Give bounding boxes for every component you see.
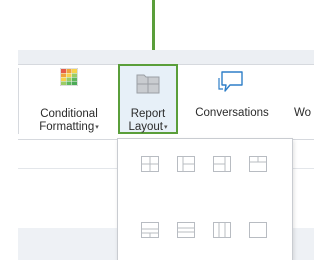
conditional-formatting-icon (59, 67, 79, 90)
conditional-formatting-line2: Formatting▾ (28, 121, 110, 134)
ribbon-separator (18, 68, 19, 134)
screenshot-stage: Conditional Formatting▾ Report Layout▾ C… (0, 0, 314, 260)
conditional-formatting-line2-text: Formatting (39, 121, 95, 133)
ribbon-tab-strip (18, 50, 314, 65)
layout-blank-icon[interactable] (249, 222, 267, 238)
report-layout-button[interactable]: Report Layout▾ (118, 64, 178, 134)
layout-columns-icon[interactable] (213, 222, 231, 238)
layout-left-column-icon[interactable] (177, 156, 195, 172)
conditional-formatting-button[interactable]: Conditional Formatting▾ (28, 66, 110, 138)
layout-top-row-icon[interactable] (249, 156, 267, 172)
chevron-down-icon: ▾ (95, 124, 99, 131)
conversations-button[interactable]: Conversations (186, 66, 278, 138)
partial-ribbon-label-wrap: Wo (294, 107, 311, 120)
layout-rows-icon[interactable] (177, 222, 195, 238)
speech-bubble-icon (218, 70, 244, 98)
layout-grid-2x2-icon[interactable] (141, 156, 159, 172)
report-layout-line1: Report (130, 108, 166, 120)
report-layout-label: Report Layout▾ (120, 108, 176, 134)
report-layout-icon (135, 70, 161, 100)
partial-ribbon-label: Wo (294, 107, 312, 119)
report-layout-line2: Layout▾ (120, 121, 176, 134)
report-layout-dropdown (117, 138, 293, 260)
conditional-formatting-line1: Conditional (40, 108, 98, 120)
chevron-down-icon: ▾ (164, 124, 168, 131)
conversations-label: Conversations (195, 107, 269, 119)
partial-ribbon-button[interactable]: Wo (288, 66, 314, 138)
layout-bottom-split-icon[interactable] (141, 222, 159, 238)
report-layout-line2-text: Layout (128, 121, 163, 133)
conditional-formatting-label: Conditional Formatting▾ (28, 108, 110, 134)
conversations-label-wrap: Conversations (186, 107, 278, 120)
layout-right-column-icon[interactable] (213, 156, 231, 172)
